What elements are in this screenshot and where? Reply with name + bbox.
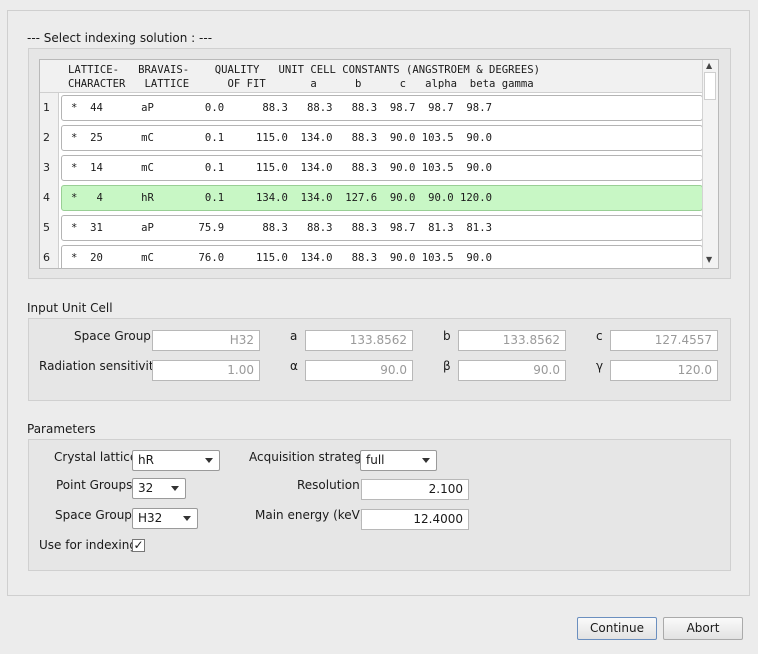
row-number: 5 bbox=[40, 213, 59, 243]
crystal-lattice-label: Crystal lattice bbox=[54, 450, 138, 464]
param-space-group-label: Space Group bbox=[55, 508, 132, 522]
table-row-selected[interactable]: * 4 hR 0.1 134.0 134.0 127.6 90.0 90.0 1… bbox=[61, 185, 703, 211]
a-label: a bbox=[290, 329, 298, 343]
chevron-down-icon bbox=[422, 458, 430, 463]
table-scrollbar[interactable]: ▲ ▼ bbox=[702, 60, 718, 268]
space-group-label: Space Group bbox=[74, 329, 151, 343]
chevron-down-icon bbox=[171, 486, 179, 491]
radiation-field[interactable]: 1.00 bbox=[152, 360, 260, 381]
scroll-down-icon[interactable]: ▼ bbox=[706, 255, 712, 264]
abort-button[interactable]: Abort bbox=[663, 617, 743, 640]
radiation-label: Radiation sensitivity bbox=[39, 359, 161, 373]
point-groups-select[interactable]: 32 bbox=[132, 478, 186, 499]
alpha-field[interactable]: 90.0 bbox=[305, 360, 413, 381]
energy-label: Main energy (keV) bbox=[255, 508, 365, 522]
acquisition-label: Acquisition strategy bbox=[249, 450, 369, 464]
row-number: 4 bbox=[40, 183, 59, 213]
acquisition-select[interactable]: full bbox=[360, 450, 437, 471]
crystal-lattice-select[interactable]: hR bbox=[132, 450, 220, 471]
alpha-label: α bbox=[290, 359, 298, 373]
gamma-field[interactable]: 120.0 bbox=[610, 360, 718, 381]
input-cell-title: Input Unit Cell bbox=[27, 301, 113, 315]
param-space-group-select[interactable]: H32 bbox=[132, 508, 198, 529]
parameters-title: Parameters bbox=[27, 422, 96, 436]
param-space-group-value: H32 bbox=[138, 511, 163, 525]
b-label: b bbox=[443, 329, 451, 343]
chevron-down-icon bbox=[205, 458, 213, 463]
header-line-1: LATTICE- BRAVAIS- QUALITY UNIT CELL CONS… bbox=[68, 64, 540, 76]
b-field[interactable]: 133.8562 bbox=[458, 330, 566, 351]
indexing-section-title: --- Select indexing solution : --- bbox=[27, 31, 213, 45]
header-line-2: CHARACTER LATTICE OF FIT a b c alpha bet… bbox=[68, 78, 534, 90]
resolution-field[interactable]: 2.100 bbox=[361, 479, 469, 500]
use-for-indexing-label: Use for indexing bbox=[39, 538, 137, 552]
beta-label: β bbox=[443, 359, 451, 373]
acquisition-value: full bbox=[366, 453, 385, 467]
point-groups-label: Point Groups bbox=[56, 478, 133, 492]
table-row[interactable]: * 20 mC 76.0 115.0 134.0 88.3 90.0 103.5… bbox=[61, 245, 703, 268]
beta-field[interactable]: 90.0 bbox=[458, 360, 566, 381]
gamma-label: γ bbox=[596, 359, 604, 373]
solutions-table: LATTICE- BRAVAIS- QUALITY UNIT CELL CONS… bbox=[39, 59, 719, 269]
table-row[interactable]: * 44 aP 0.0 88.3 88.3 88.3 98.7 98.7 98.… bbox=[61, 95, 703, 121]
c-field[interactable]: 127.4557 bbox=[610, 330, 718, 351]
resolution-label: Resolution bbox=[297, 478, 360, 492]
c-label: c bbox=[596, 329, 603, 343]
continue-button[interactable]: Continue bbox=[577, 617, 657, 640]
table-row[interactable]: * 14 mC 0.1 115.0 134.0 88.3 90.0 103.5 … bbox=[61, 155, 703, 181]
table-row[interactable]: * 31 aP 75.9 88.3 88.3 88.3 98.7 81.3 81… bbox=[61, 215, 703, 241]
table-header: LATTICE- BRAVAIS- QUALITY UNIT CELL CONS… bbox=[40, 60, 705, 93]
table-row[interactable]: * 25 mC 0.1 115.0 134.0 88.3 90.0 103.5 … bbox=[61, 125, 703, 151]
crystal-lattice-value: hR bbox=[138, 453, 154, 467]
scrollbar-thumb[interactable] bbox=[704, 72, 716, 100]
row-number: 6 bbox=[40, 243, 59, 268]
row-number: 3 bbox=[40, 153, 59, 183]
row-number: 1 bbox=[40, 93, 59, 123]
row-number: 2 bbox=[40, 123, 59, 153]
a-field[interactable]: 133.8562 bbox=[305, 330, 413, 351]
point-groups-value: 32 bbox=[138, 481, 154, 495]
energy-field[interactable]: 12.4000 bbox=[361, 509, 469, 530]
use-for-indexing-checkbox[interactable]: ✓ bbox=[132, 539, 145, 552]
space-group-field[interactable]: H32 bbox=[152, 330, 260, 351]
scroll-up-icon[interactable]: ▲ bbox=[706, 61, 712, 70]
chevron-down-icon bbox=[183, 516, 191, 521]
